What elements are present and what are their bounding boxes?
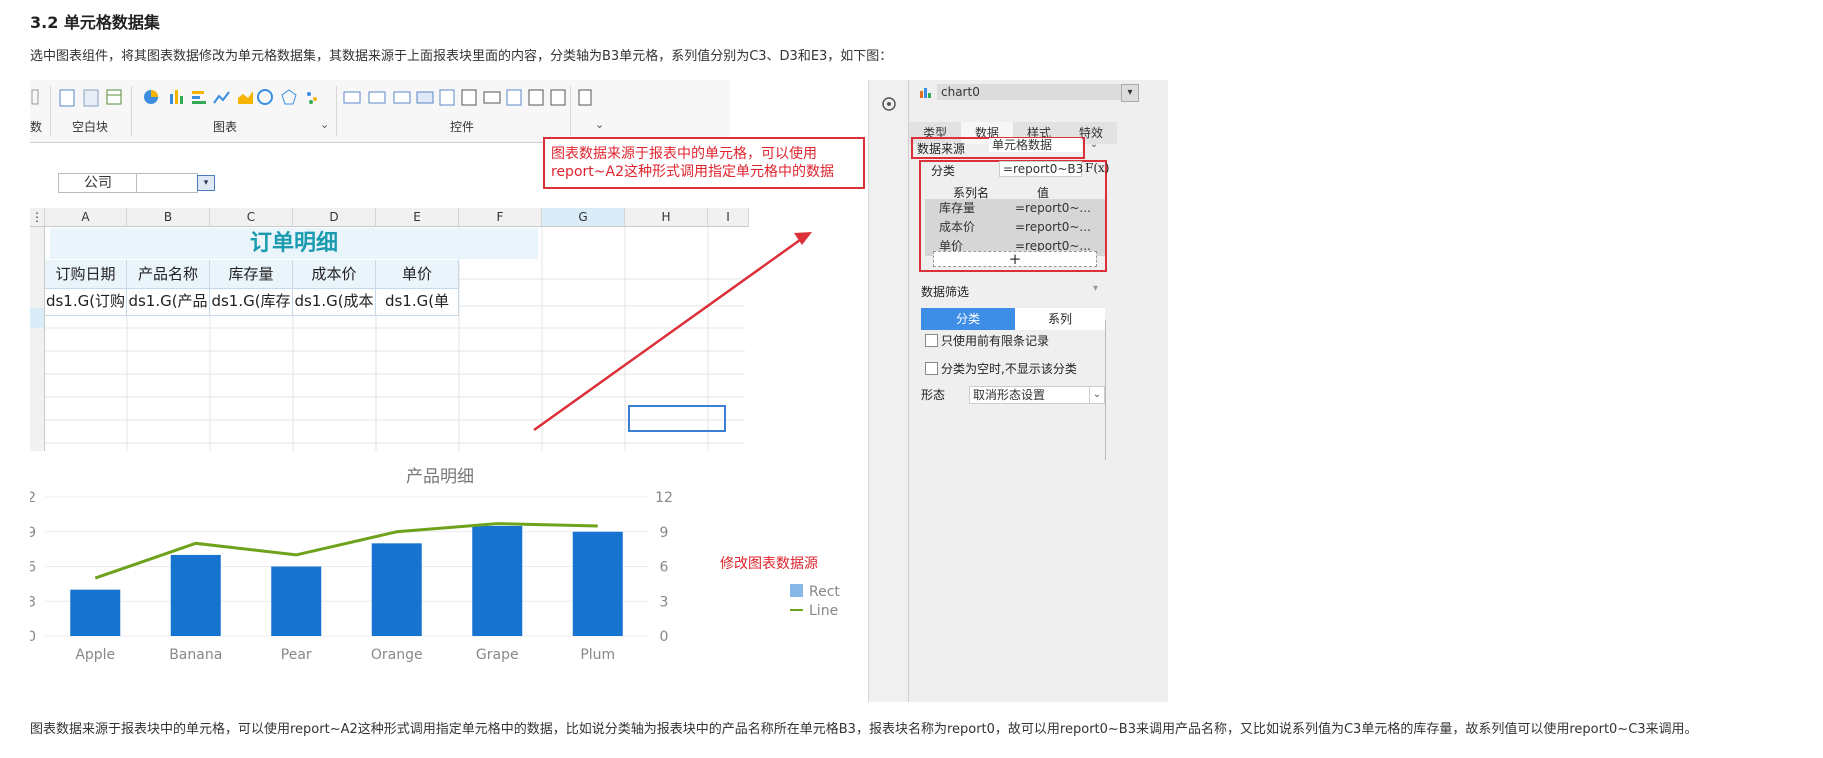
article-intro: 选中图表组件，将其图表数据修改为单元格数据集，其数据来源于上面报表块里面的内容，… — [30, 49, 893, 64]
article-heading: 3.2 单元格数据集 — [30, 13, 160, 32]
designer-screenshot: 数 空白块 图表 ⌄ 控件 ⌄ 公司 ▾ ⋮ A B C D E F G H I — [30, 80, 1168, 702]
article-bottom-text: 图表数据来源于报表块中的单元格，可以使用report~A2这种形式调用指定单元格… — [30, 722, 1698, 737]
callout-annotation: 图表数据来源于报表中的单元格，可以使用report~A2这种形式调用指定单元格中… — [543, 137, 865, 189]
